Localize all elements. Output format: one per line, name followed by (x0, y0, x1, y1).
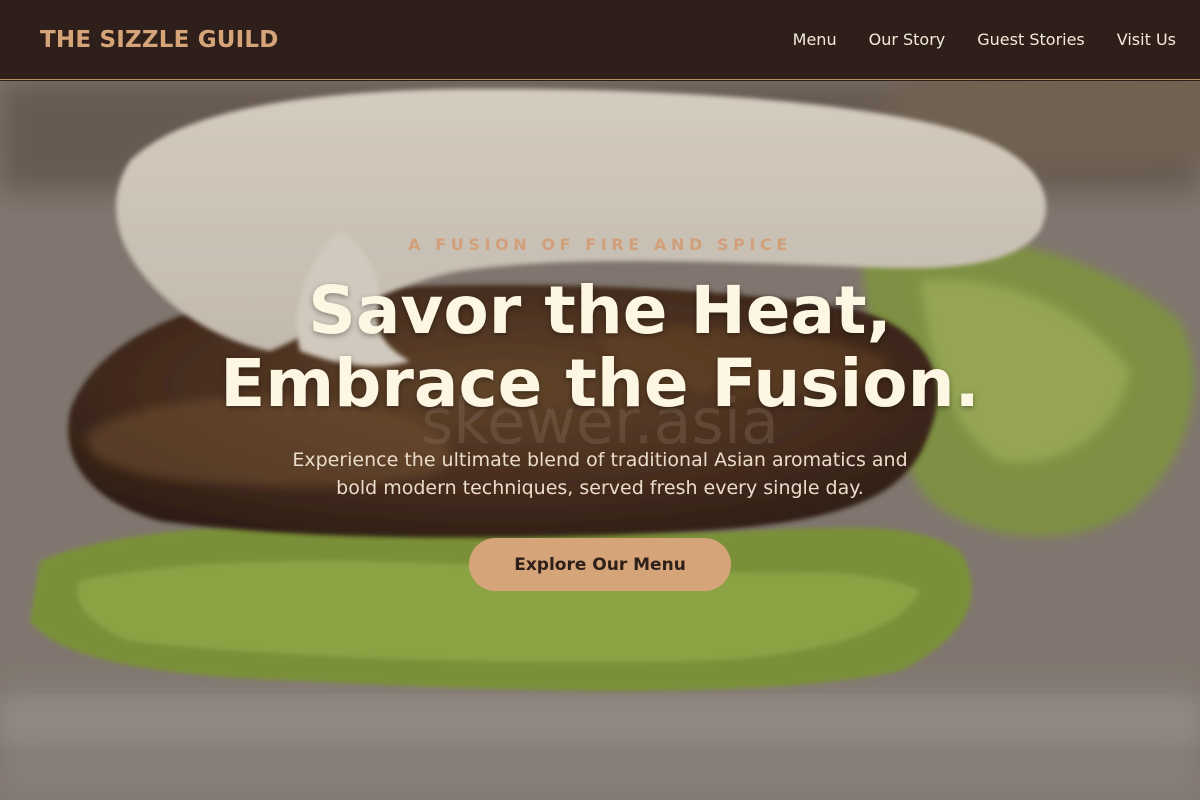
hero-headline-line-1: Savor the Heat, (308, 272, 892, 349)
main-nav: Menu Our Story Guest Stories Visit Us (793, 30, 1176, 49)
hero-headline: Savor the Heat, Embrace the Fusion. (220, 274, 979, 420)
hero-subheading: Experience the ultimate blend of traditi… (250, 446, 950, 502)
hero-subheading-line-1: Experience the ultimate blend of traditi… (292, 449, 908, 471)
site-header: THE SIZZLE GUILD Menu Our Story Guest St… (0, 0, 1200, 80)
hero-eyebrow: A FUSION OF FIRE AND SPICE (408, 235, 792, 254)
hero-content: A FUSION OF FIRE AND SPICE Savor the Hea… (0, 81, 1200, 800)
brand-logo[interactable]: THE SIZZLE GUILD (40, 27, 279, 53)
nav-link-menu[interactable]: Menu (793, 30, 837, 49)
hero-subheading-line-2: bold modern techniques, served fresh eve… (336, 477, 864, 499)
hero-headline-line-2: Embrace the Fusion. (220, 345, 980, 422)
nav-link-our-story[interactable]: Our Story (869, 30, 946, 49)
nav-link-guest-stories[interactable]: Guest Stories (977, 30, 1085, 49)
nav-link-visit-us[interactable]: Visit Us (1117, 30, 1176, 49)
explore-menu-button[interactable]: Explore Our Menu (469, 538, 731, 591)
hero-section: skewer.asia A FUSION OF FIRE AND SPICE S… (0, 81, 1200, 800)
